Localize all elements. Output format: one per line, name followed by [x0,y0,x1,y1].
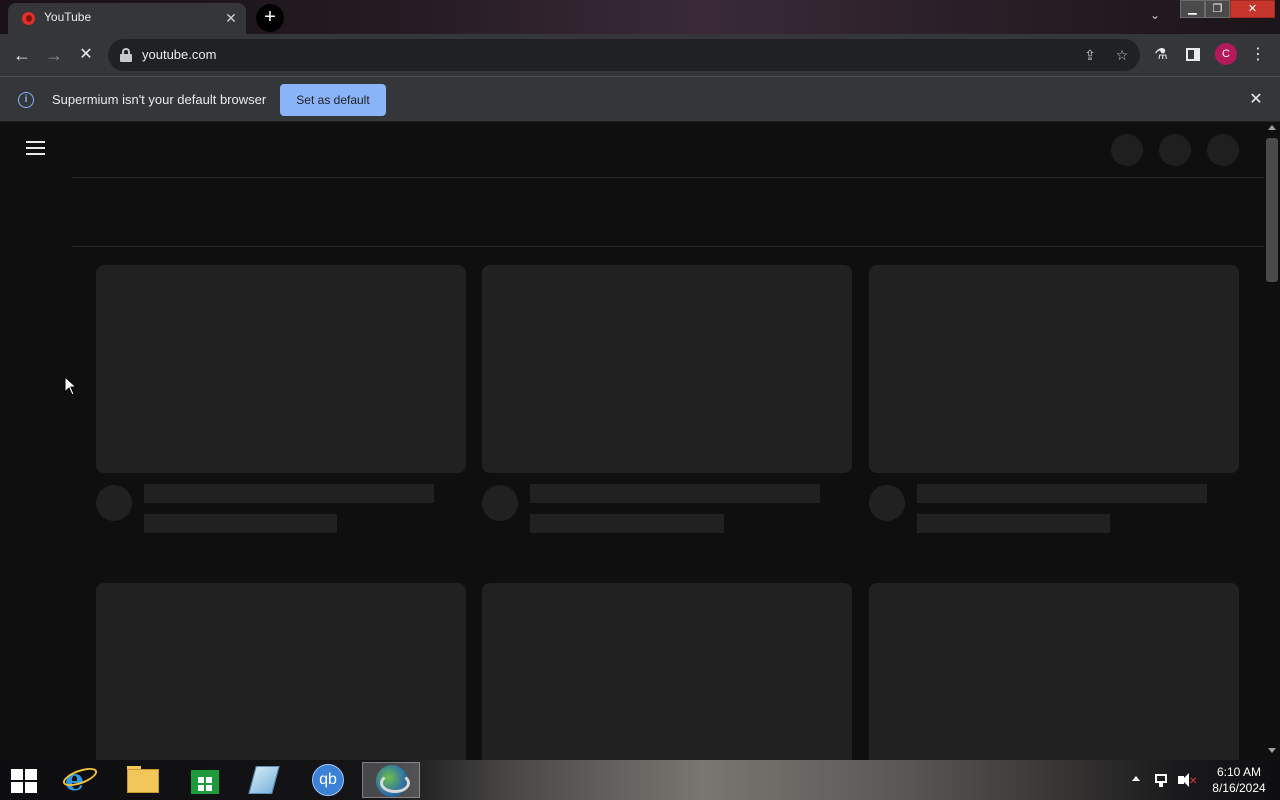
browser-menu-icon[interactable]: ⋮ [1247,44,1269,66]
bookmark-star-icon[interactable]: ☆ [1112,45,1132,65]
labs-flask-icon[interactable]: ⚗ [1150,44,1172,66]
info-icon: i [18,92,34,108]
clock-date: 8/16/2024 [1212,781,1266,795]
internet-explorer-icon[interactable]: e [56,762,110,798]
video-thumbnail-placeholder [482,583,852,760]
chips-divider [72,246,1264,247]
header-placeholder-circle [1159,134,1191,166]
header-placeholder-circle [1111,134,1143,166]
video-thumbnail-placeholder [96,583,466,760]
restore-button[interactable]: ❐ [1205,0,1230,18]
scroll-thumb[interactable] [1266,138,1278,282]
youtube-page [0,122,1264,760]
infobar-message: Supermium isn't your default browser [52,92,267,107]
volume-muted-icon[interactable]: ✕ [1178,772,1197,788]
meta-placeholder [530,514,724,533]
title-placeholder [144,484,434,503]
tab-close-icon[interactable]: ✕ [222,9,240,27]
video-thumbnail-placeholder [482,265,852,473]
new-tab-button[interactable]: + [256,4,284,32]
scroll-down-arrow-icon[interactable] [1268,748,1276,753]
page-scrollbar[interactable] [1264,122,1280,760]
default-browser-infobar: i Supermium isn't your default browser S… [0,76,1280,122]
title-placeholder [917,484,1207,503]
clock-time: 6:10 AM [1216,765,1262,779]
guide-menu-icon[interactable] [26,141,46,155]
video-thumbnail-placeholder [869,265,1239,473]
windows-start-icon[interactable] [0,762,54,798]
header-divider [72,177,1264,178]
browser-toolbar: ← → ✕ youtube.com ⇪ ☆ ⚗ C ⋮ [0,34,1280,76]
tab-title: YouTube [44,10,92,24]
youtube-favicon-icon [22,12,35,25]
profile-avatar[interactable]: C [1215,43,1237,65]
back-button[interactable]: ← [10,43,34,67]
file-explorer-icon[interactable] [116,762,170,798]
windows-store-icon[interactable] [178,762,232,798]
channel-avatar-placeholder [96,485,132,521]
url-text[interactable]: youtube.com [142,47,216,62]
qbittorrent-icon[interactable]: qb [302,762,356,798]
video-thumbnail-placeholder [869,583,1239,760]
scroll-up-arrow-icon[interactable] [1268,125,1276,130]
address-bar[interactable]: youtube.com ⇪ ☆ [108,39,1140,71]
stop-loading-button[interactable]: ✕ [74,43,98,67]
side-panel-icon[interactable] [1182,44,1204,66]
tray-overflow-chevron-icon[interactable] [1132,776,1140,781]
minimize-button[interactable]: ▁ [1180,0,1205,18]
meta-placeholder [917,514,1110,533]
channel-avatar-placeholder [482,485,518,521]
supermium-browser-icon[interactable] [362,762,420,798]
meta-placeholder [144,514,337,533]
mouse-pointer-icon [64,376,78,396]
header-placeholder-circle [1207,134,1239,166]
tab-search-dropdown-icon[interactable]: ⌄ [1146,6,1164,24]
window-close-button[interactable]: ✕ [1230,0,1275,18]
windows-taskbar: e qb ✕ 6:10 AM 8/16/2024 [0,760,1280,800]
infobar-close-icon[interactable]: ✕ [1246,90,1266,110]
set-as-default-button[interactable]: Set as default [280,84,386,116]
lock-icon[interactable] [120,48,132,62]
share-icon[interactable]: ⇪ [1080,45,1100,65]
network-icon[interactable] [1153,772,1169,788]
forward-button[interactable]: → [42,43,66,67]
tab-strip: YouTube ✕ + ⌄ ▁ ❐ ✕ [0,0,1280,34]
video-thumbnail-placeholder [96,265,466,473]
tab-youtube[interactable]: YouTube ✕ [8,3,246,34]
channel-avatar-placeholder [869,485,905,521]
notepad-icon[interactable] [238,762,292,798]
title-placeholder [530,484,820,503]
taskbar-clock[interactable]: 6:10 AM 8/16/2024 [1204,764,1274,796]
